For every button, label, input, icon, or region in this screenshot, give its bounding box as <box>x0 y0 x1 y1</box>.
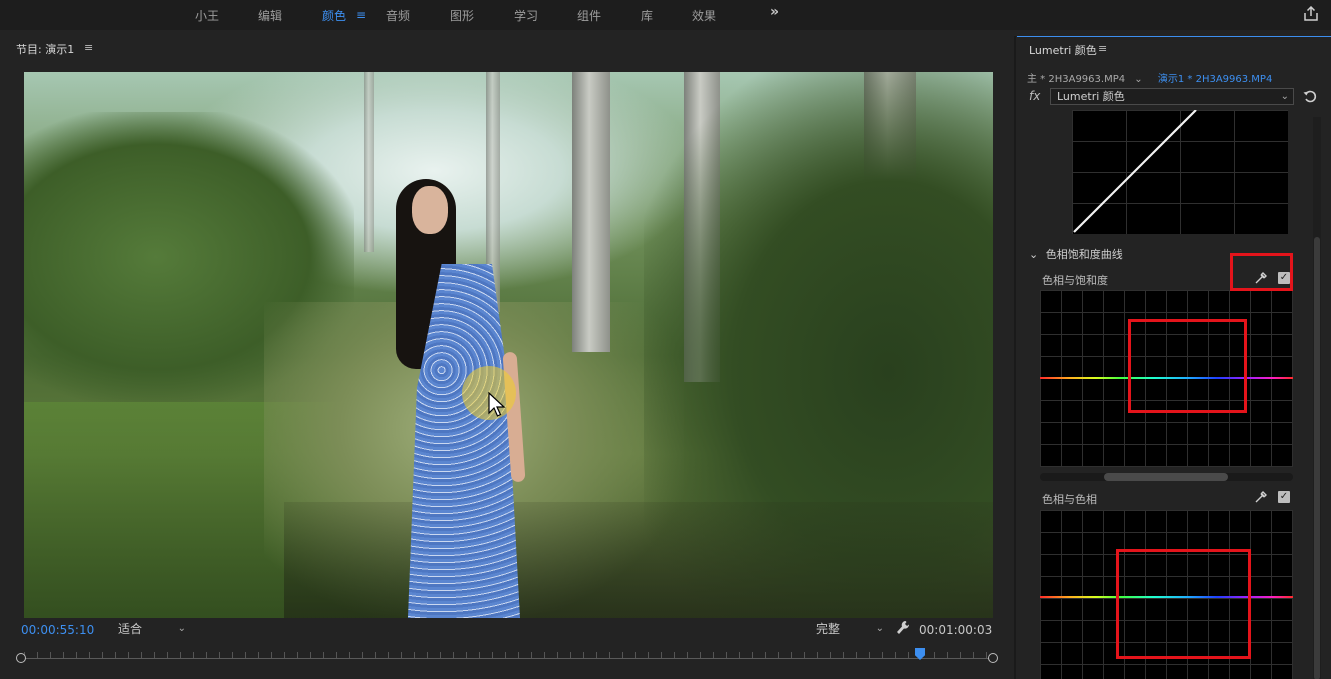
chevron-down-icon[interactable]: ⌄ <box>1134 74 1142 85</box>
scrollbar-thumb[interactable] <box>1104 473 1228 481</box>
section-hue-sat-curves[interactable]: ⌄ 色相饱和度曲线 <box>1029 246 1123 262</box>
master-clip-label[interactable]: 主 * 2H3A9963.MP4 <box>1027 74 1125 85</box>
workspace-tab-color[interactable]: 颜色 <box>322 7 346 24</box>
panel-title[interactable]: Lumetri 颜色 <box>1029 42 1097 58</box>
panel-menu-icon[interactable]: ≡ <box>84 41 93 54</box>
chevron-down-icon: ⌄ <box>1280 91 1289 102</box>
clip-selector[interactable]: 主 * 2H3A9963.MP4 ⌄ 演示1 * 2H3A9963.MP4 <box>1027 70 1272 85</box>
duration-timecode: 00:01:00:03 <box>919 623 993 637</box>
rgb-curve-graph[interactable] <box>1072 110 1288 234</box>
panel-scrollbar-thumb[interactable] <box>1314 237 1320 679</box>
panel-divider[interactable] <box>1014 36 1016 679</box>
in-point-handle[interactable] <box>16 653 26 663</box>
video-frame[interactable] <box>24 72 993 618</box>
highlight-box-tools <box>1230 253 1293 291</box>
reset-icon[interactable] <box>1303 89 1317 103</box>
wrench-icon[interactable] <box>896 620 910 636</box>
effect-select[interactable]: Lumetri 颜色 ⌄ <box>1050 88 1294 105</box>
sequence-clip-label[interactable]: 演示1 * 2H3A9963.MP4 <box>1158 74 1272 85</box>
hue-vs-sat-scrollbar[interactable] <box>1040 473 1293 481</box>
lumetri-color-panel: Lumetri 颜色 ≡ 主 * 2H3A9963.MP4 ⌄ 演示1 * 2H… <box>1017 36 1331 679</box>
workspace-tab-graphics[interactable]: 图形 <box>450 7 474 24</box>
mouse-cursor-icon <box>488 392 506 417</box>
current-timecode[interactable]: 00:00:55:10 <box>21 623 94 637</box>
chevron-down-icon: ⌄ <box>875 623 884 634</box>
workspace-tab-audio[interactable]: 音频 <box>386 7 410 24</box>
tree-trunk <box>364 72 374 252</box>
section-title: 色相饱和度曲线 <box>1045 248 1123 261</box>
program-monitor-panel: 节目: 演示1 ≡ 00:00:55:10 适合 ⌄ 完整 ⌄ 00:01:00… <box>4 36 1012 679</box>
highlight-box-hue-sat <box>1128 319 1247 413</box>
out-point-handle[interactable] <box>988 653 998 663</box>
eyedropper-icon[interactable] <box>1254 490 1268 504</box>
playback-quality-value: 完整 <box>816 622 841 636</box>
woman-face <box>412 186 448 234</box>
share-icon[interactable] <box>1303 6 1319 22</box>
workspace-tab-learning[interactable]: 学习 <box>514 7 538 24</box>
workspace-bar: 小王 编辑 颜色 ≡ 音频 图形 学习 组件 库 效果 » <box>0 0 1331 30</box>
zoom-fit-value: 适合 <box>118 622 143 636</box>
chevron-down-icon: ⌄ <box>177 623 186 634</box>
more-workspaces-icon[interactable]: » <box>770 4 779 20</box>
hue-vs-sat-label: 色相与饱和度 <box>1042 274 1108 287</box>
workspace-tab-xiaowang[interactable]: 小王 <box>195 7 219 24</box>
workspace-tab-effects[interactable]: 效果 <box>692 7 716 24</box>
scrubber-track <box>24 658 990 659</box>
rgb-curve-line <box>1073 110 1197 233</box>
enable-checkbox[interactable]: ✓ <box>1278 491 1290 503</box>
highlight-box-hue-hue <box>1116 549 1251 659</box>
workspace-menu-icon[interactable]: ≡ <box>356 8 366 22</box>
timeline-scrubber[interactable] <box>16 648 998 672</box>
effect-row: fx Lumetri 颜色 ⌄ <box>1027 87 1323 107</box>
collapse-chevron-icon: ⌄ <box>1029 248 1039 261</box>
panel-menu-icon[interactable]: ≡ <box>1098 42 1107 55</box>
hue-vs-hue-label: 色相与色相 <box>1042 493 1097 506</box>
zoom-fit-select[interactable]: 适合 ⌄ <box>112 620 188 638</box>
workspace-tab-libraries[interactable]: 库 <box>641 7 653 24</box>
ground-shadow <box>284 502 993 618</box>
workspace-tab-assembly[interactable]: 组件 <box>577 7 601 24</box>
playback-quality-select[interactable]: 完整 ⌄ <box>810 620 886 638</box>
workspace-tab-editing[interactable]: 编辑 <box>258 7 282 24</box>
effect-select-value: Lumetri 颜色 <box>1057 90 1125 103</box>
panel-title[interactable]: 节目: 演示1 <box>16 41 74 57</box>
fx-icon[interactable]: fx <box>1029 89 1040 103</box>
tree-trunk <box>572 72 610 352</box>
